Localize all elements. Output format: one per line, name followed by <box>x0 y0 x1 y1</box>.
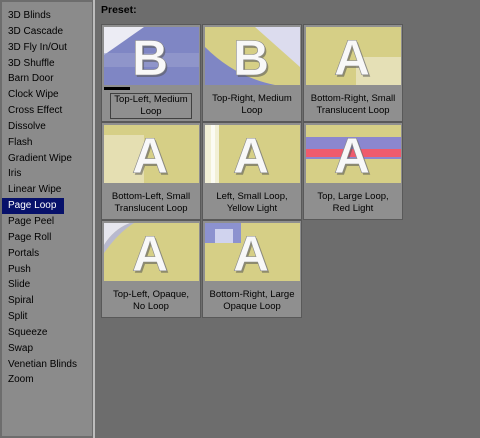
list-item[interactable]: Page Loop <box>2 198 64 214</box>
preset-caption-line1: Bottom-Right, Small <box>310 93 396 104</box>
preset-caption: Top-Left, Opaque, No Loop <box>102 289 200 313</box>
preset-caption-line2: Yellow Light <box>226 203 278 214</box>
list-item[interactable]: 3D Fly In/Out <box>2 40 67 56</box>
preset-tile[interactable]: A A Bottom-Right, Large Opaque Loop <box>202 220 302 318</box>
list-item[interactable]: Swap <box>2 341 64 357</box>
preset-thumbnail: A A <box>306 27 401 85</box>
selection-indicator <box>104 87 130 90</box>
list-item[interactable]: Barn Door <box>2 71 64 87</box>
list-item[interactable]: Clock Wipe <box>2 87 64 103</box>
svg-text:B: B <box>132 30 168 85</box>
list-item[interactable]: Venetian Blinds <box>2 357 77 373</box>
preset-caption: Top-Right, Medium Loop <box>203 93 301 117</box>
preset-caption: Bottom-Left, Small Translucent Loop <box>102 191 200 215</box>
svg-text:A: A <box>334 128 370 183</box>
preset-caption-line2: Translucent Loop <box>316 105 390 116</box>
svg-text:A: A <box>132 128 168 183</box>
list-item[interactable]: Split <box>2 309 64 325</box>
svg-text:A: A <box>233 226 269 281</box>
preset-tile[interactable]: A A Bottom-Right, Small Translucent Loop <box>303 24 403 122</box>
preset-caption-box: Left, Small Loop, Yellow Light <box>213 191 290 215</box>
preset-panel: Preset: B B Top-Left, Medium Loop B B Top… <box>95 0 480 438</box>
list-item[interactable]: Iris <box>2 166 64 182</box>
preset-caption-line1: Bottom-Left, Small <box>111 191 191 202</box>
preset-thumbnail: A A <box>205 223 300 281</box>
transition-list-items: 3D Blinds 3D Cascade 3D Fly In/Out 3D Shuff… <box>2 2 92 388</box>
svg-text:B: B <box>233 30 269 85</box>
list-item[interactable]: Linear Wipe <box>2 182 64 198</box>
preset-caption: Top, Large Loop, Red Light <box>304 191 402 215</box>
svg-text:A: A <box>233 128 269 183</box>
preset-thumbnail: A A <box>205 125 300 183</box>
preset-thumbnail: B B <box>104 27 199 85</box>
preset-caption-box: Bottom-Left, Small Translucent Loop <box>109 191 193 215</box>
preset-tile[interactable]: B B Top-Left, Medium Loop <box>101 24 201 122</box>
preset-tile[interactable]: A A Top, Large Loop, Red Light <box>303 122 403 220</box>
preset-tile[interactable]: A A Left, Small Loop, Yellow Light <box>202 122 302 220</box>
list-item[interactable]: 3D Cascade <box>2 24 64 40</box>
preset-caption-line1: Top, Large Loop, <box>317 191 389 202</box>
svg-text:A: A <box>334 30 370 85</box>
preset-caption-box: Bottom-Right, Small Translucent Loop <box>308 93 398 117</box>
preset-caption-line2: Opaque Loop <box>223 301 281 312</box>
preset-caption-line1: Top-Right, Medium <box>212 93 292 104</box>
preset-tile[interactable]: A A Top-Left, Opaque, No Loop <box>101 220 201 318</box>
preset-caption-line1: Top-Left, Opaque, <box>112 289 190 300</box>
preset-caption-line1: Left, Small Loop, <box>216 191 288 202</box>
svg-text:A: A <box>132 226 168 281</box>
preset-caption: Bottom-Right, Small Translucent Loop <box>304 93 402 117</box>
preset-caption-box: Top, Large Loop, Red Light <box>314 191 391 215</box>
list-item[interactable]: Gradient Wipe <box>2 151 72 167</box>
list-item[interactable]: Page Roll <box>2 230 64 246</box>
list-item[interactable]: Slide <box>2 277 64 293</box>
preset-thumbnail: A A <box>104 125 199 183</box>
preset-caption: Bottom-Right, Large Opaque Loop <box>203 289 301 313</box>
preset-caption-line2: Translucent Loop <box>114 203 188 214</box>
list-item[interactable]: Flash <box>2 135 64 151</box>
transition-list[interactable]: 3D Blinds 3D Cascade 3D Fly In/Out 3D Shuff… <box>2 2 92 436</box>
list-item[interactable]: 3D Shuffle <box>2 56 64 72</box>
preset-tile[interactable]: A A Bottom-Left, Small Translucent Loop <box>101 122 201 220</box>
preset-thumbnail: B B <box>205 27 300 85</box>
preset-caption-line2: No Loop <box>133 301 169 312</box>
list-item[interactable]: Portals <box>2 246 64 262</box>
preset-caption-line2: Loop <box>140 106 162 117</box>
preset-tile[interactable]: B B Top-Right, Medium Loop <box>202 24 302 122</box>
preset-caption: Left, Small Loop, Yellow Light <box>203 191 301 215</box>
preset-label: Preset: <box>101 4 137 16</box>
list-item[interactable]: Spiral <box>2 293 64 309</box>
list-item[interactable]: Page Peel <box>2 214 64 230</box>
preset-caption-box: Top-Left, Medium Loop <box>110 93 192 119</box>
preset-caption-line1: Top-Left, Medium <box>114 94 188 105</box>
list-item[interactable]: Dissolve <box>2 119 64 135</box>
preset-caption-line2: Loop <box>241 105 263 116</box>
preset-thumbnail: A A <box>104 223 199 281</box>
preset-caption-box: Top-Right, Medium Loop <box>209 93 295 117</box>
preset-thumbnail: A A <box>306 125 401 183</box>
list-item[interactable]: Zoom <box>2 372 64 388</box>
preset-caption: Top-Left, Medium Loop <box>102 93 200 119</box>
preset-caption-line1: Bottom-Right, Large <box>209 289 295 300</box>
list-item[interactable]: 3D Blinds <box>2 8 64 24</box>
list-item[interactable]: Cross Effect <box>2 103 64 119</box>
preset-caption-box: Bottom-Right, Large Opaque Loop <box>206 289 297 313</box>
list-item[interactable]: Push <box>2 262 64 278</box>
preset-caption-box: Top-Left, Opaque, No Loop <box>110 289 192 313</box>
list-item[interactable]: Squeeze <box>2 325 64 341</box>
preset-caption-line2: Red Light <box>332 203 374 214</box>
